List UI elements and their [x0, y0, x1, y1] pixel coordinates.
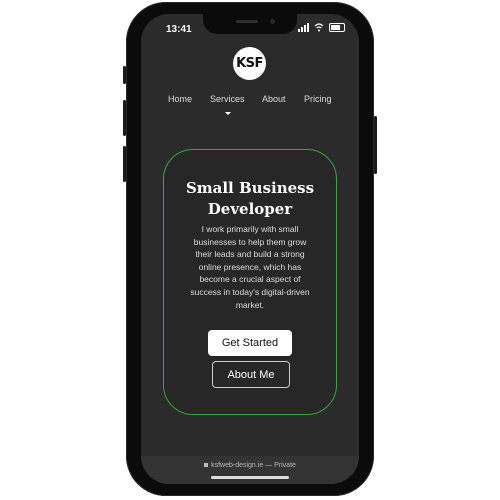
url-text: ksfweb-design.ie	[211, 462, 264, 469]
nav-about[interactable]: About	[262, 94, 286, 104]
chevron-down-icon[interactable]	[225, 112, 231, 115]
power-button	[374, 116, 377, 174]
nav-home[interactable]: Home	[168, 94, 192, 104]
lock-icon	[204, 463, 209, 468]
get-started-button[interactable]: Get Started	[208, 330, 292, 356]
front-camera	[270, 19, 275, 24]
volume-up-button	[123, 100, 126, 136]
site-logo[interactable]: KSF	[233, 47, 266, 80]
wifi-icon	[314, 23, 324, 32]
signal-icon	[298, 23, 309, 32]
hero-title-line2: Developer	[207, 200, 293, 218]
private-label: — Private	[265, 462, 296, 469]
about-me-button[interactable]: About Me	[212, 361, 290, 388]
battery-icon	[329, 23, 345, 32]
volume-down-button	[123, 146, 126, 182]
browser-url-bar[interactable]: ksfweb-design.ie — Private	[141, 456, 359, 484]
status-time: 13:41	[166, 24, 192, 35]
nav-services[interactable]: Services	[210, 94, 245, 104]
hero-title-line1: Small Business	[185, 179, 315, 197]
notch	[203, 14, 297, 34]
url-display: ksfweb-design.ie — Private	[141, 462, 359, 469]
home-indicator[interactable]	[211, 476, 289, 479]
hero-title: Small Business Developer	[164, 178, 336, 220]
status-icons	[298, 23, 345, 32]
logo-text: KSF	[236, 56, 263, 71]
speaker	[236, 20, 258, 23]
hero-card: Small Business Developer I work primaril…	[163, 149, 337, 415]
hero-description: I work primarily with small businesses t…	[190, 224, 310, 310]
nav-pricing[interactable]: Pricing	[304, 94, 332, 104]
phone-screen: 13:41 KSF Home Services About Pricing Sm…	[141, 14, 359, 484]
mute-switch	[123, 66, 126, 84]
